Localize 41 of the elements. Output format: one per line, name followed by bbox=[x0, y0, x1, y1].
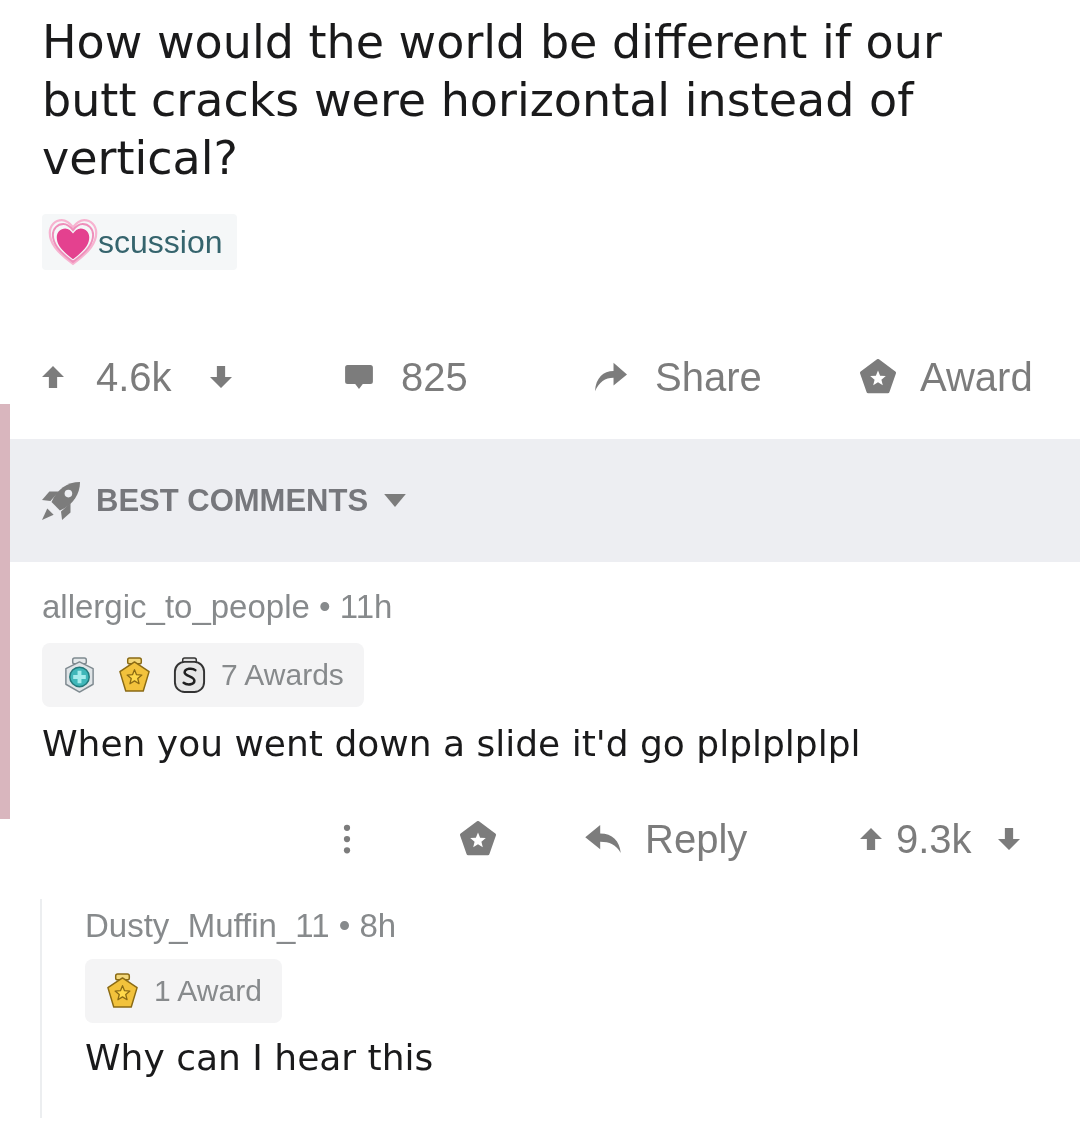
upvote-button[interactable] bbox=[42, 366, 64, 388]
downvote-button[interactable] bbox=[209, 366, 232, 388]
post-title: How would the world be different if our butt cracks were horizontal instead of vertical? bbox=[42, 14, 943, 187]
sort-dropdown[interactable]: BEST COMMENTS bbox=[42, 480, 407, 521]
more-options-icon bbox=[343, 824, 351, 854]
arrow-down-icon bbox=[209, 366, 232, 388]
awards-count: 7 Awards bbox=[221, 657, 344, 693]
arrow-down-icon bbox=[997, 828, 1020, 850]
arrow-up-icon bbox=[42, 366, 64, 388]
heart-icon bbox=[48, 218, 98, 266]
star-medal-icon bbox=[105, 972, 140, 1010]
award-icon bbox=[460, 821, 496, 857]
star-medal-icon bbox=[117, 656, 152, 694]
downvote-button[interactable] bbox=[997, 828, 1020, 850]
flair-tag[interactable]: scussion bbox=[42, 214, 237, 270]
reply-button[interactable]: Reply bbox=[585, 819, 748, 859]
vote-count: 4.6k bbox=[96, 354, 172, 401]
share-button[interactable]: Share bbox=[595, 352, 762, 402]
comments-button[interactable]: 825 bbox=[345, 352, 468, 402]
comment-text: When you went down a slide it'd go plplplplpl bbox=[42, 722, 862, 766]
comment-byline: Dusty_Muffin_11 • 8h bbox=[85, 906, 397, 946]
comment-icon bbox=[345, 365, 373, 389]
vote-count: 9.3k bbox=[896, 819, 972, 859]
comment-byline: allergic_to_people • 11h bbox=[42, 587, 393, 627]
comment-text: Why can I hear this bbox=[85, 1036, 435, 1080]
rocket-icon bbox=[42, 481, 80, 520]
awards-count: 1 Award bbox=[154, 973, 262, 1009]
give-award-button[interactable] bbox=[460, 821, 496, 857]
share-arrow-icon bbox=[595, 362, 627, 392]
award-icon bbox=[860, 359, 896, 395]
upvote-button[interactable] bbox=[860, 828, 882, 850]
awards-chip[interactable]: 7 Awards bbox=[42, 643, 364, 707]
reply-arrow-icon bbox=[585, 825, 621, 853]
plus-medal-icon bbox=[62, 656, 97, 694]
flair-text: scussion bbox=[98, 223, 223, 262]
caret-down-icon bbox=[384, 494, 407, 507]
awards-chip[interactable]: 1 Award bbox=[85, 959, 282, 1023]
coin-icon bbox=[172, 656, 207, 694]
award-button[interactable]: Award bbox=[860, 352, 1033, 402]
more-options-button[interactable] bbox=[341, 824, 353, 854]
arrow-up-icon bbox=[860, 828, 882, 850]
